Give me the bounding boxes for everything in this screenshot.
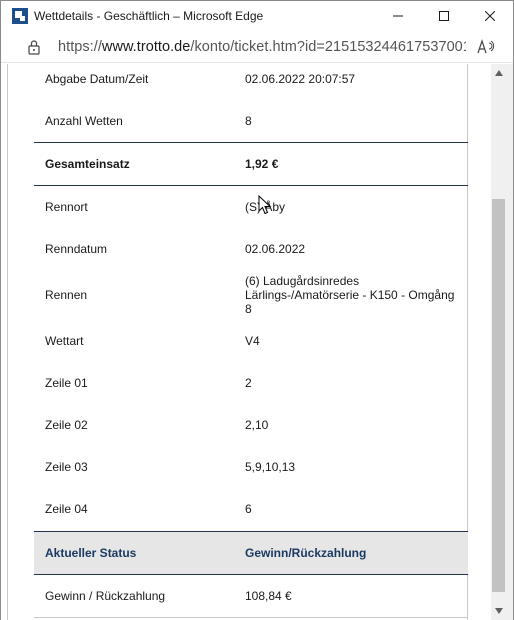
browser-window: Wettdetails - Geschäftlich – Microsoft E… — [0, 0, 514, 620]
anzahl-label: Anzahl Wetten — [45, 114, 123, 128]
close-icon — [485, 11, 495, 21]
url-path: /konto/ticket.htm?id=2151532446175370018 — [190, 38, 466, 55]
page-viewport: Abgabe Datum/Zeit 02.06.2022 20:07:57 An… — [1, 64, 513, 620]
einsatz-value: 1,92 € — [245, 157, 279, 171]
wettart-label: Wettart — [45, 334, 84, 348]
zeile02-value: 2,10 — [245, 418, 269, 432]
zeile03-value: 5,9,10,13 — [245, 460, 296, 474]
chevron-up-icon — [495, 70, 503, 76]
scroll-up-button[interactable] — [491, 66, 507, 80]
address-bar[interactable]: https://www.trotto.de/konto/ticket.htm?i… — [1, 31, 513, 63]
maximize-button[interactable] — [421, 1, 467, 31]
gewinn-label: Gewinn / Rückzahlung — [45, 589, 166, 603]
window-title: Wettdetails - Geschäftlich – Microsoft E… — [34, 9, 264, 23]
row-abgabe: Abgabe Datum/Zeit 02.06.2022 20:07:57 — [34, 64, 468, 94]
row-zeile-02: Zeile 02 2,10 — [34, 404, 468, 446]
einsatz-label: Gesamteinsatz — [45, 157, 130, 171]
scroll-thumb[interactable] — [492, 199, 505, 592]
anzahl-value: 8 — [245, 114, 252, 128]
url-field[interactable]: https://www.trotto.de/konto/ticket.htm?i… — [58, 39, 466, 55]
row-zeile-03: Zeile 03 5,9,10,13 — [34, 446, 468, 488]
window-controls — [375, 1, 513, 31]
ticket-details: Abgabe Datum/Zeit 02.06.2022 20:07:57 An… — [1, 64, 491, 620]
row-renndatum: Renndatum 02.06.2022 — [34, 228, 468, 270]
gewinn-value: 108,84 € — [245, 589, 292, 603]
row-rennen: Rennen (6) Ladugårdsinredes Lärlings-/Am… — [34, 270, 468, 320]
row-zeile-04: Zeile 04 6 — [34, 488, 468, 530]
abgabe-value: 02.06.2022 20:07:57 — [245, 72, 356, 86]
status-value: Gewinn/Rückzahlung — [245, 546, 367, 560]
renndatum-label: Renndatum — [45, 242, 108, 256]
zeile03-label: Zeile 03 — [45, 460, 88, 474]
app-icon — [12, 8, 28, 24]
rennen-value-line: (6) Ladugårdsinredes — [245, 274, 360, 288]
zeile04-value: 6 — [245, 502, 252, 516]
minimize-button[interactable] — [375, 1, 421, 31]
vertical-scrollbar[interactable] — [491, 64, 513, 620]
rennort-label: Rennort — [45, 200, 88, 214]
row-rennort: Rennort (S) Åby — [34, 186, 468, 228]
url-domain: www.trotto.de — [101, 38, 191, 55]
minimize-icon — [393, 15, 403, 17]
zeile04-label: Zeile 04 — [45, 502, 88, 516]
rennen-value: (6) Ladugårdsinredes Lärlings-/Amatörser… — [245, 274, 461, 316]
url-prefix: https:// — [58, 38, 102, 55]
title-bar[interactable]: Wettdetails - Geschäftlich – Microsoft E… — [1, 1, 513, 31]
frame-border-left — [7, 64, 8, 620]
row-wettart: Wettart V4 — [34, 320, 468, 362]
mouse-cursor-icon — [258, 195, 272, 215]
rennen-value-line: 8 — [245, 302, 252, 316]
rennen-label: Rennen — [45, 288, 88, 302]
close-button[interactable] — [467, 1, 513, 31]
lock-icon[interactable] — [27, 39, 41, 55]
wettart-value: V4 — [245, 334, 260, 348]
zeile01-label: Zeile 01 — [45, 376, 88, 390]
read-aloud-icon[interactable] — [477, 39, 495, 55]
row-gesamteinsatz: Gesamteinsatz 1,92 € — [34, 143, 468, 185]
scroll-down-button[interactable] — [491, 604, 507, 618]
chevron-down-icon — [495, 608, 503, 614]
rennen-value-line: Lärlings-/Amatörserie - K150 - Omgång — [245, 288, 455, 302]
maximize-icon — [439, 11, 449, 21]
row-zeile-01: Zeile 01 2 — [34, 362, 468, 404]
abgabe-label: Abgabe Datum/Zeit — [45, 72, 149, 86]
divider — [34, 617, 468, 618]
renndatum-value: 02.06.2022 — [245, 242, 306, 256]
zeile02-label: Zeile 02 — [45, 418, 88, 432]
zeile01-value: 2 — [245, 376, 252, 390]
row-status: Aktueller Status Gewinn/Rückzahlung — [34, 532, 468, 574]
row-gewinn: Gewinn / Rückzahlung 108,84 € — [34, 575, 468, 617]
status-label: Aktueller Status — [45, 546, 137, 560]
row-anzahl: Anzahl Wetten 8 — [34, 100, 468, 142]
rennort-value: (S) Åby — [245, 200, 286, 214]
